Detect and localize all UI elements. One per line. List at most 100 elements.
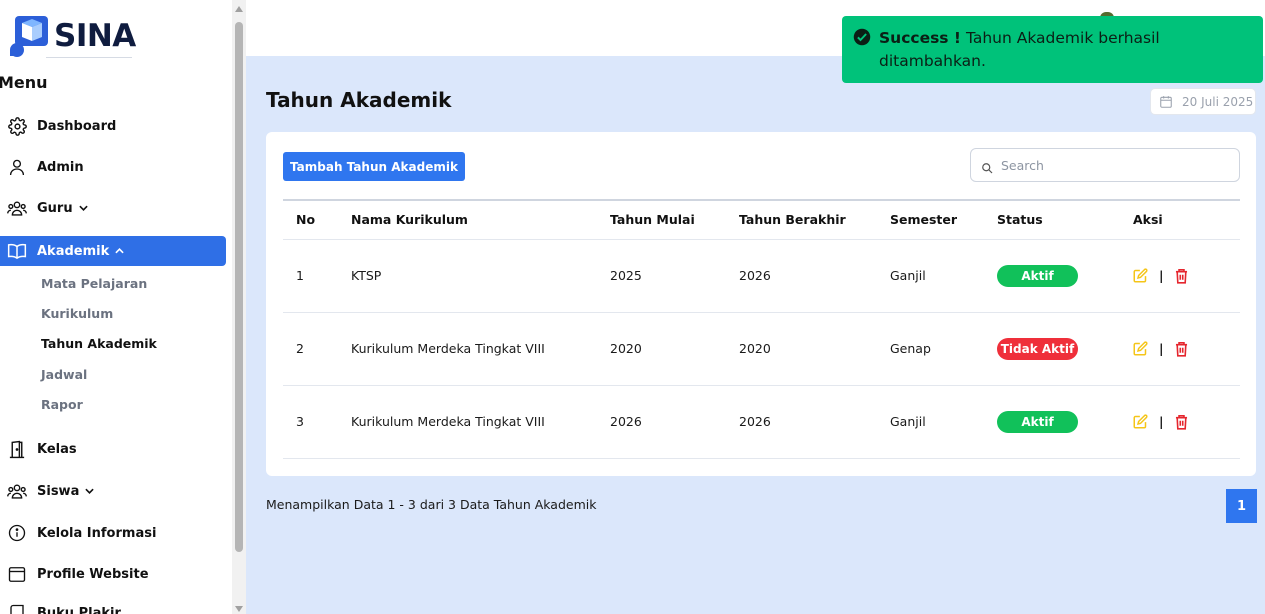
cell-nama: Kurikulum Merdeka Tingkat VIII [351,414,545,429]
table-header-row: No Nama Kurikulum Tahun Mulai Tahun Bera… [283,200,1240,239]
trash-icon[interactable] [1174,341,1189,357]
sidebar-item-kelola-informasi[interactable]: Kelola Informasi [0,518,226,548]
brand-name: SINA [54,18,136,54]
cell-no: 1 [296,268,304,283]
sidebar-item-label: Akademik [37,243,110,259]
action-separator: | [1159,341,1164,356]
subnav-mata-pelajaran[interactable]: Mata Pelajaran [41,276,147,291]
success-toast[interactable]: Success ! Tahun Akademik berhasil ditamb… [842,16,1263,83]
pagination-info: Menampilkan Data 1 - 3 dari 3 Data Tahun… [266,497,597,512]
cell-status: Aktif [984,385,1120,458]
status-badge: Tidak Aktif [997,337,1078,360]
sidebar-item-label: Dashboard [37,118,117,134]
scroll-up-arrow-icon[interactable] [235,6,243,12]
cell-aksi: | [1120,239,1240,312]
user-icon [7,157,27,177]
action-separator: | [1159,268,1164,283]
sidebar-item-label: Buku Plakir [37,605,121,614]
cell-nama: KTSP [351,268,382,283]
subnav-tahun-akademik[interactable]: Tahun Akademik [41,336,157,351]
scroll-thumb[interactable] [235,22,243,552]
scroll-down-arrow-icon[interactable] [235,606,243,612]
edit-icon[interactable] [1133,268,1148,283]
users-icon [7,481,27,501]
logo-divider [46,57,132,58]
sidebar-item-buku-plakir[interactable]: Buku Plakir [0,598,226,614]
subnav-rapor[interactable]: Rapor [41,397,83,412]
table-row: 1 KTSP 2025 2026 Ganjil Aktif | [283,239,1240,312]
search-icon [981,159,993,174]
cell-status: Aktif [984,239,1120,312]
menu-heading: Menu [0,73,48,92]
browser-icon [7,564,27,584]
sidebar-item-profile-website[interactable]: Profile Website [0,559,226,589]
status-badge: Aktif [997,410,1078,433]
cell-aksi: | [1120,385,1240,458]
sidebar-item-guru[interactable]: Guru [0,193,226,223]
chevron-up-icon [115,246,125,256]
toast-title: Success ! [879,29,962,47]
cell-mulai: 2026 [610,414,642,429]
sidebar-item-admin[interactable]: Admin [0,152,226,182]
cell-no: 2 [296,341,304,356]
column-header-nama-kurikulum: Nama Kurikulum [351,212,468,228]
edit-icon[interactable] [1133,341,1148,356]
trash-icon[interactable] [1174,268,1189,284]
sidebar-item-label: Kelas [37,441,77,457]
column-header-tahun-mulai: Tahun Mulai [610,212,695,228]
brand-logo[interactable]: SINA [8,14,136,58]
calendar-icon [1159,95,1173,109]
check-circle-icon [853,28,871,46]
tahun-akademik-table: No Nama Kurikulum Tahun Mulai Tahun Bera… [283,199,1240,459]
book-icon [7,603,27,614]
cell-mulai: 2025 [610,268,642,283]
gear-icon [7,116,27,136]
column-header-no: No [296,212,316,228]
chevron-down-icon [78,203,89,213]
page-title: Tahun Akademik [266,88,452,112]
cell-aksi: | [1120,312,1240,385]
trash-icon[interactable] [1174,414,1189,430]
cell-semester: Ganjil [890,414,926,429]
door-icon [7,439,27,459]
search-input[interactable] [1001,157,1231,173]
sidebar-item-kelas[interactable]: Kelas [0,434,226,464]
column-header-status: Status [997,212,1043,228]
sidebar-scrollbar[interactable] [232,0,246,614]
logo-icon [8,14,50,58]
sidebar-item-label: Siswa [37,483,80,499]
sidebar-item-label: Admin [37,159,84,175]
info-icon [7,523,27,543]
book-open-icon [7,241,27,261]
date-display: 20 Juli 2025 [1150,88,1256,115]
action-separator: | [1159,414,1164,429]
sidebar-item-label: Profile Website [37,566,149,582]
sidebar-item-akademik[interactable]: Akademik [0,236,226,266]
chevron-down-icon [85,486,95,496]
cell-berakhir: 2020 [739,341,771,356]
cell-status: Tidak Aktif [984,312,1120,385]
subnav-jadwal[interactable]: Jadwal [41,367,87,382]
sidebar-item-dashboard[interactable]: Dashboard [0,111,226,141]
table-row: 2 Kurikulum Merdeka Tingkat VIII 2020 20… [283,312,1240,385]
cell-no: 3 [296,414,304,429]
date-text: 20 Juli 2025 [1182,94,1254,109]
column-header-tahun-berakhir: Tahun Berakhir [739,212,846,228]
column-header-semester: Semester [890,212,958,228]
edit-icon[interactable] [1133,414,1148,429]
search-box[interactable] [970,148,1240,182]
sidebar-item-label: Guru [37,200,73,216]
cell-berakhir: 2026 [739,268,771,283]
pagination-page-1[interactable]: 1 [1226,489,1257,523]
status-badge: Aktif [997,264,1078,287]
cell-semester: Ganjil [890,268,926,283]
cell-berakhir: 2026 [739,414,771,429]
table-row: 3 Kurikulum Merdeka Tingkat VIII 2026 20… [283,385,1240,458]
sidebar-item-siswa[interactable]: Siswa [0,476,226,506]
cell-nama: Kurikulum Merdeka Tingkat VIII [351,341,545,356]
subnav-kurikulum[interactable]: Kurikulum [41,306,113,321]
users-icon [7,198,27,218]
sidebar: SINA Menu Dashboard Admin Guru Akademik … [0,0,232,614]
add-tahun-akademik-button[interactable]: Tambah Tahun Akademik [283,152,465,181]
column-header-aksi: Aksi [1133,212,1163,228]
